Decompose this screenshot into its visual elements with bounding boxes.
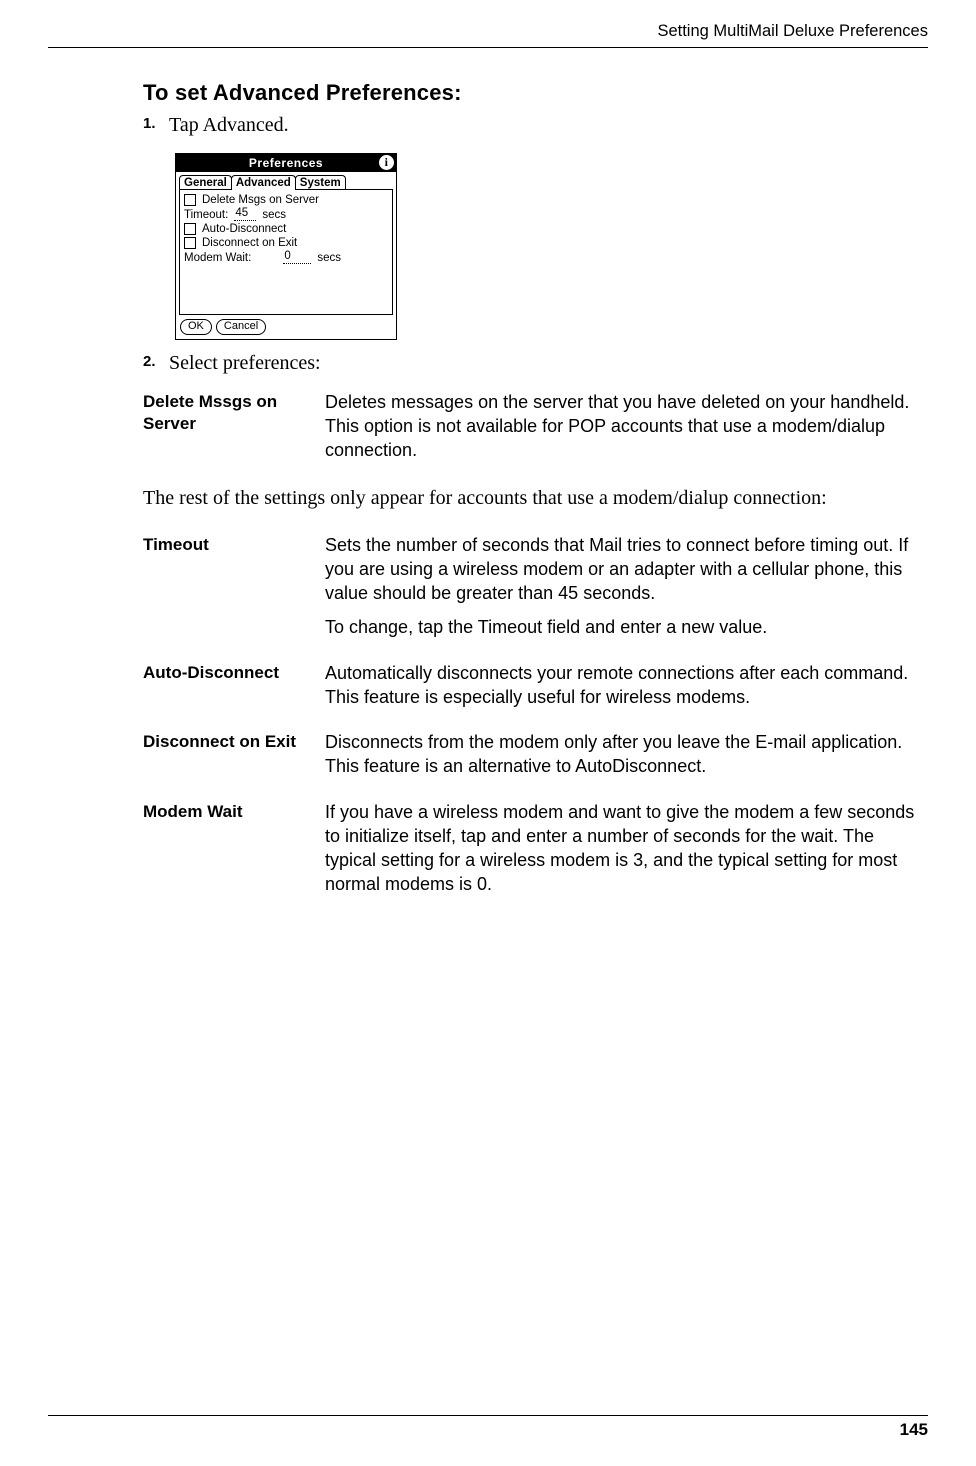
step-text: Tap Advanced. [169,112,289,139]
label-delete-msgs: Delete Msgs on Server [202,194,319,206]
definition-term: Timeout [143,534,325,556]
definition-paragraph: To change, tap the Timeout field and ent… [325,616,928,640]
step-number: 2. [143,350,169,370]
definition-paragraph: If you have a wireless modem and want to… [325,801,928,897]
definition-term: Modem Wait [143,801,325,823]
label-modem-wait: Modem Wait: [184,252,251,264]
checkbox-delete-msgs[interactable] [184,194,196,206]
field-modem-wait[interactable]: 0 [283,251,311,264]
palm-dialog: Preferences i General Advanced System De… [175,153,397,340]
tab-general[interactable]: General [179,175,232,190]
running-header: Setting MultiMail Deluxe Preferences [48,22,928,48]
procedure-heading: To set Advanced Preferences: [143,80,928,106]
dialog-title: Preferences [249,156,323,170]
definition-row: Disconnect on Exit Disconnects from the … [143,731,928,779]
definition-description: Disconnects from the modem only after yo… [325,731,928,779]
definition-paragraph: Automatically disconnects your remote co… [325,662,928,710]
step-number: 1. [143,112,169,132]
tab-system[interactable]: System [295,175,346,190]
definition-term: Auto-Disconnect [143,662,325,684]
definition-description: Deletes messages on the server that you … [325,391,928,463]
definition-row: Timeout Sets the number of seconds that … [143,534,928,640]
definition-paragraph: Sets the number of seconds that Mail tri… [325,534,928,606]
definitions-group-1: Delete Mssgs on Server Deletes messages … [143,391,928,463]
info-icon[interactable]: i [379,155,394,170]
definition-term: Delete Mssgs on Server [143,391,325,435]
definition-row: Delete Mssgs on Server Deletes messages … [143,391,928,463]
definition-description: Automatically disconnects your remote co… [325,662,928,710]
field-timeout[interactable]: 45 [234,208,256,221]
label-timeout: Timeout: [184,209,228,221]
tab-advanced[interactable]: Advanced [231,175,296,190]
dialog-titlebar: Preferences i [176,154,396,172]
definition-paragraph: Disconnects from the modem only after yo… [325,731,928,779]
label-disconnect-on-exit: Disconnect on Exit [202,237,297,249]
step-2: 2. Select preferences: [143,350,928,377]
definition-description: If you have a wireless modem and want to… [325,801,928,897]
checkbox-auto-disconnect[interactable] [184,223,196,235]
label-secs: secs [262,209,286,221]
label-secs-2: secs [317,252,341,264]
page-footer: 145 [48,1415,928,1440]
definition-description: Sets the number of seconds that Mail tri… [325,534,928,640]
label-auto-disconnect: Auto-Disconnect [202,223,286,235]
definitions-group-2: Timeout Sets the number of seconds that … [143,534,928,897]
checkbox-disconnect-on-exit[interactable] [184,237,196,249]
definition-row: Modem Wait If you have a wireless modem … [143,801,928,897]
cancel-button[interactable]: Cancel [216,319,266,335]
step-1: 1. Tap Advanced. [143,112,928,139]
ok-button[interactable]: OK [180,319,212,335]
definition-row: Auto-Disconnect Automatically disconnect… [143,662,928,710]
screenshot-preferences-dialog: Preferences i General Advanced System De… [175,153,928,340]
definition-term: Disconnect on Exit [143,731,325,753]
page-number: 145 [900,1420,928,1439]
dialog-body: Delete Msgs on Server Timeout: 45 secs A… [179,189,393,315]
step-text: Select preferences: [169,350,321,377]
intermediate-paragraph: The rest of the settings only appear for… [143,485,928,512]
definition-paragraph: Deletes messages on the server that you … [325,391,928,463]
